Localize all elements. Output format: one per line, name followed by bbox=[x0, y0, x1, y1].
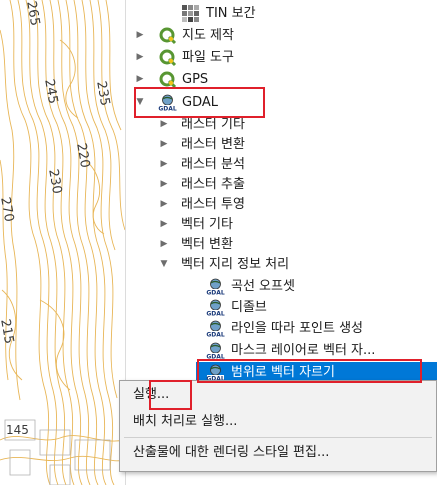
tree-item-label: 마스크 레이어로 벡터 자... bbox=[231, 343, 376, 358]
menu-item-run[interactable]: 실행... bbox=[120, 383, 436, 407]
tree-subgroup[interactable]: ▶ 벡터 기타 bbox=[126, 214, 437, 235]
tin-tool-icon bbox=[181, 4, 200, 23]
tree-group[interactable]: ▼ GDAL GDAL bbox=[126, 92, 437, 113]
context-menu: 실행... 배치 처리로 실행... 산출물에 대한 렌더링 스타일 편집... bbox=[119, 380, 437, 472]
tree-subgroup[interactable]: ▶ 래스터 분석 bbox=[126, 154, 437, 175]
gdal-icon: GDAL bbox=[206, 319, 225, 339]
tree-item-label: 래스터 변환 bbox=[181, 137, 245, 152]
menu-separator bbox=[124, 437, 432, 438]
tree-item-label: 라인을 따라 포인트 생성 bbox=[231, 321, 363, 336]
qgis-icon bbox=[158, 26, 177, 45]
menu-item-label: 산출물에 대한 렌더링 스타일 편집... bbox=[133, 445, 330, 460]
tree-subgroup[interactable]: ▶ 래스터 기타 bbox=[126, 114, 437, 135]
gdal-icon: GDAL bbox=[158, 93, 177, 113]
tree-subgroup[interactable]: ▼ 벡터 지리 정보 처리 bbox=[126, 254, 437, 275]
svg-text:GDAL: GDAL bbox=[206, 290, 225, 297]
tree-subgroup[interactable]: ▶ 래스터 투영 bbox=[126, 194, 437, 215]
tree-item-label: 디졸브 bbox=[231, 300, 267, 315]
tree-item-label: 벡터 변환 bbox=[181, 237, 233, 252]
menu-item-edit-rendering-style[interactable]: 산출물에 대한 렌더링 스타일 편집... bbox=[120, 441, 436, 465]
map-canvas[interactable]: 265 245 235 220 230 270 215 145 bbox=[0, 0, 125, 485]
tree-algorithm[interactable]: GDAL 디졸브 bbox=[126, 297, 437, 318]
tree-subgroup[interactable]: ▶ 래스터 추출 bbox=[126, 174, 437, 195]
svg-text:GDAL: GDAL bbox=[206, 311, 225, 318]
svg-text:GDAL: GDAL bbox=[206, 332, 225, 339]
gdal-icon: GDAL bbox=[206, 298, 225, 318]
tree-item-label: TIN 보간 bbox=[206, 6, 256, 21]
menu-item-label: 실행... bbox=[133, 387, 170, 402]
chevron-right-icon[interactable]: ▶ bbox=[158, 134, 170, 155]
tree-item-label: 래스터 추출 bbox=[181, 177, 245, 192]
contour-lines bbox=[0, 0, 125, 485]
chevron-right-icon[interactable]: ▶ bbox=[134, 47, 146, 68]
tree-item-label: 파일 도구 bbox=[182, 50, 234, 65]
tree-item-label: 래스터 투영 bbox=[181, 197, 245, 212]
chevron-right-icon[interactable]: ▶ bbox=[158, 214, 170, 235]
tree-group[interactable]: ▶ GPS bbox=[126, 69, 437, 90]
contour-label: 145 bbox=[6, 423, 29, 437]
tree-algorithm[interactable]: GDAL 곡선 오프셋 bbox=[126, 276, 437, 297]
menu-item-label: 배치 처리로 실행... bbox=[133, 414, 238, 429]
tree-subgroup[interactable]: ▶ 래스터 변환 bbox=[126, 134, 437, 155]
chevron-right-icon[interactable]: ▶ bbox=[158, 154, 170, 175]
gdal-icon: GDAL bbox=[206, 277, 225, 297]
chevron-right-icon[interactable]: ▶ bbox=[134, 25, 146, 46]
tree-item-label: 래스터 기타 bbox=[181, 117, 245, 132]
chevron-down-icon[interactable]: ▼ bbox=[134, 92, 146, 113]
tree-subgroup[interactable]: ▶ 벡터 변환 bbox=[126, 234, 437, 255]
tree-algorithm[interactable]: GDAL 마스크 레이어로 벡터 자... bbox=[126, 340, 437, 361]
tree-group[interactable]: ▶ 파일 도구 bbox=[126, 47, 437, 68]
qgis-icon bbox=[158, 70, 177, 89]
gdal-icon: GDAL bbox=[206, 341, 225, 361]
svg-text:GDAL: GDAL bbox=[206, 354, 225, 361]
menu-item-batch-run[interactable]: 배치 처리로 실행... bbox=[120, 410, 436, 434]
tree-item-label: 벡터 기타 bbox=[181, 217, 233, 232]
tree-group[interactable]: ▶ 지도 제작 bbox=[126, 25, 437, 46]
qgis-icon bbox=[158, 48, 177, 67]
svg-text:GDAL: GDAL bbox=[158, 106, 177, 113]
tree-item-label: 래스터 분석 bbox=[181, 157, 245, 172]
tree-item-label: GPS bbox=[182, 72, 209, 87]
tree-item-label: 지도 제작 bbox=[182, 28, 234, 43]
chevron-right-icon[interactable]: ▶ bbox=[158, 234, 170, 255]
chevron-right-icon[interactable]: ▶ bbox=[134, 69, 146, 90]
chevron-down-icon[interactable]: ▼ bbox=[158, 254, 170, 275]
chevron-right-icon[interactable]: ▶ bbox=[158, 174, 170, 195]
chevron-right-icon[interactable]: ▶ bbox=[158, 114, 170, 135]
tree-algorithm[interactable]: TIN 보간 bbox=[126, 3, 437, 24]
tree-algorithm[interactable]: GDAL 라인을 따라 포인트 생성 bbox=[126, 318, 437, 339]
chevron-right-icon[interactable]: ▶ bbox=[158, 194, 170, 215]
tree-item-label: 벡터 지리 정보 처리 bbox=[181, 257, 290, 272]
tree-item-label: 곡선 오프셋 bbox=[231, 279, 295, 294]
tree-item-label: GDAL bbox=[182, 95, 218, 110]
